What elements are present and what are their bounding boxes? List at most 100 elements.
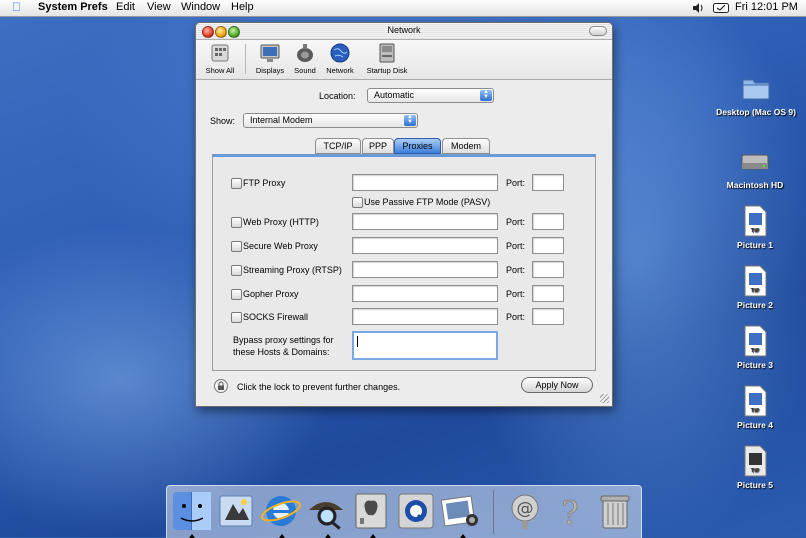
socks-firewall-label: SOCKS Firewall <box>243 312 309 322</box>
secure-web-proxy-label: Secure Web Proxy <box>243 241 318 251</box>
streaming-port-field[interactable] <box>532 261 564 278</box>
tab-modem[interactable]: Modem <box>442 138 490 154</box>
menu-window[interactable]: Window <box>181 1 220 13</box>
menu-clock[interactable]: Fri 12:01 PM <box>735 1 798 13</box>
help-icon[interactable]: ? <box>549 490 591 533</box>
socks-port-field[interactable] <box>532 308 564 325</box>
toolbar-displays[interactable]: Displays <box>252 42 288 75</box>
window-titlebar[interactable]: Network <box>196 23 612 40</box>
tab-ppp[interactable]: PPP <box>362 138 394 154</box>
trash-icon[interactable] <box>594 490 636 532</box>
bypass-hosts-field[interactable] <box>352 331 498 360</box>
secure-port-field[interactable] <box>532 237 564 254</box>
menu-edit[interactable]: Edit <box>116 1 135 13</box>
toolbar-network[interactable]: Network <box>323 42 357 75</box>
system-preferences-icon[interactable] <box>350 490 392 532</box>
desktop-icon-macintosh-hd[interactable]: Macintosh HD <box>720 145 790 190</box>
bypass-label-line1: Bypass proxy settings for <box>233 335 334 345</box>
mail-icon[interactable] <box>215 490 257 532</box>
desktop-icon-picture-4[interactable]: TIF Picture 4 <box>730 385 780 430</box>
mail-at-icon[interactable]: @ <box>504 490 546 532</box>
location-popup[interactable]: Automatic ▲ ▼ <box>367 88 494 103</box>
secure-web-proxy-server-field[interactable] <box>352 237 498 254</box>
window-title: Network <box>387 25 421 35</box>
resize-grip-icon[interactable] <box>600 394 609 403</box>
internet-explorer-icon[interactable] <box>260 490 302 532</box>
desktop-icon-label: Macintosh HD <box>726 180 784 190</box>
iphoto-icon[interactable] <box>440 490 482 532</box>
svg-text:@: @ <box>517 499 534 519</box>
running-indicator <box>325 534 331 538</box>
toolbar-toggle-button[interactable] <box>589 26 607 36</box>
socks-firewall-checkbox[interactable] <box>231 312 242 323</box>
passive-ftp-checkbox[interactable] <box>352 197 363 208</box>
show-all-button[interactable]: Show All <box>201 42 239 75</box>
gopher-port-label: Port: <box>506 289 526 299</box>
desktop-icon-label: Picture 3 <box>737 360 773 370</box>
tab-proxies[interactable]: Proxies <box>394 138 441 154</box>
desktop-icon-label: Desktop (Mac OS 9) <box>716 107 796 117</box>
web-port-label: Port: <box>506 217 526 227</box>
running-indicator <box>189 534 195 538</box>
display-icon[interactable] <box>713 3 729 13</box>
ftp-port-field[interactable] <box>532 174 564 191</box>
show-popup[interactable]: Internal Modem ▲ ▼ <box>243 113 418 128</box>
secure-web-proxy-checkbox[interactable] <box>231 241 242 252</box>
tab-tcpip[interactable]: TCP/IP <box>315 138 361 154</box>
popup-arrows-icon: ▲ ▼ <box>404 114 416 126</box>
streaming-proxy-checkbox[interactable] <box>231 265 242 276</box>
quicktime-icon[interactable] <box>395 490 437 532</box>
network-label: Network <box>326 66 354 75</box>
web-proxy-server-field[interactable] <box>352 213 498 230</box>
tiff-file-icon: TIF <box>744 205 767 237</box>
desktop-icon-picture-1[interactable]: TIF Picture 1 <box>730 205 780 250</box>
gopher-proxy-server-field[interactable] <box>352 285 498 302</box>
streaming-proxy-server-field[interactable] <box>352 261 498 278</box>
passive-ftp-label: Use Passive FTP Mode (PASV) <box>364 197 491 207</box>
volume-icon[interactable] <box>692 3 704 13</box>
tiff-file-icon: TIF <box>744 445 767 477</box>
menu-bar:  System Prefs Edit View Window Help Fri… <box>0 0 806 17</box>
running-indicator <box>279 534 285 538</box>
popup-arrows-icon: ▲ ▼ <box>480 89 492 101</box>
streaming-port-label: Port: <box>506 265 526 275</box>
desktop-icon-picture-3[interactable]: TIF Picture 3 <box>730 325 780 370</box>
sherlock-icon[interactable] <box>305 490 347 532</box>
show-value: Internal Modem <box>250 115 313 125</box>
desktop-icon-picture-2[interactable]: TIF Picture 2 <box>730 265 780 310</box>
web-proxy-checkbox[interactable] <box>231 217 242 228</box>
desktop-icon-label: Picture 5 <box>737 480 773 490</box>
location-value: Automatic <box>374 90 415 100</box>
lock-icon[interactable] <box>214 379 228 393</box>
web-port-field[interactable] <box>532 213 564 230</box>
tiff-file-icon: TIF <box>744 265 767 297</box>
apply-now-button[interactable]: Apply Now <box>521 377 593 393</box>
socks-firewall-server-field[interactable] <box>352 308 498 325</box>
displays-label: Displays <box>255 66 285 75</box>
proxies-panel: FTP Proxy Port: Use Passive FTP Mode (PA… <box>212 154 596 371</box>
svg-text:TIF: TIF <box>751 468 760 474</box>
menu-help[interactable]: Help <box>231 1 254 13</box>
ftp-proxy-checkbox[interactable] <box>231 178 242 189</box>
svg-text:TIF: TIF <box>751 348 760 354</box>
ftp-port-label: Port: <box>506 178 526 188</box>
folder-icon <box>742 79 770 100</box>
show-label: Show: <box>210 116 236 126</box>
desktop-icon-picture-5[interactable]: TIF Picture 5 <box>730 445 780 490</box>
gopher-port-field[interactable] <box>532 285 564 302</box>
startup-disk-label: Startup Disk <box>366 66 408 75</box>
toolbar-sound[interactable]: Sound <box>291 42 319 75</box>
socks-port-label: Port: <box>506 312 526 322</box>
location-label: Location: <box>319 91 356 101</box>
menu-view[interactable]: View <box>147 1 171 13</box>
apple-menu-icon[interactable]:  <box>12 0 21 14</box>
svg-text:?: ? <box>561 494 578 532</box>
finder-icon[interactable] <box>171 490 213 532</box>
ftp-proxy-label: FTP Proxy <box>243 178 286 188</box>
toolbar-startup-disk[interactable]: Startup Disk <box>362 42 412 75</box>
ftp-proxy-server-field[interactable] <box>352 174 498 191</box>
desktop-icon-mac-os-9[interactable]: Desktop (Mac OS 9) <box>708 72 804 117</box>
gopher-proxy-checkbox[interactable] <box>231 289 242 300</box>
menu-app-name[interactable]: System Prefs <box>38 1 108 13</box>
streaming-proxy-label: Streaming Proxy (RTSP) <box>243 265 342 275</box>
